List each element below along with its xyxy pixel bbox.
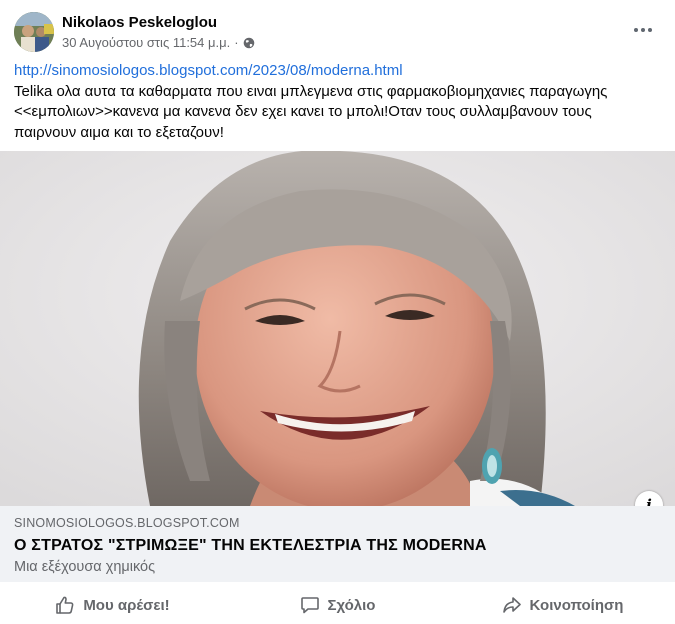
post-link[interactable]: http://sinomosiologos.blogspot.com/2023/…	[14, 62, 403, 79]
facebook-post: Nikolaos Peskeloglou 30 Αυγούστου στις 1…	[0, 0, 675, 624]
share-button[interactable]: Κοινοποίηση	[450, 588, 675, 622]
like-button[interactable]: Μου αρέσει!	[0, 588, 225, 622]
author-name[interactable]: Nikolaos Peskeloglou	[62, 14, 217, 31]
portrait-photo	[0, 151, 675, 506]
avatar-image	[14, 12, 54, 52]
avatar[interactable]	[14, 12, 54, 52]
post-body-line: <<εμπολιων>>κανενα μα κανενα δεν εχει κα…	[14, 103, 592, 120]
link-preview-domain: SINOMOSIOLOGOS.BLOGSPOT.COM	[14, 516, 240, 530]
dot-icon	[648, 28, 652, 32]
comment-icon	[300, 597, 319, 614]
globe-icon[interactable]	[243, 37, 255, 49]
comment-button[interactable]: Σχόλιο	[225, 588, 450, 622]
post-body-line: παιρνουν αιμα και το εξεταζουν!	[14, 123, 224, 141]
post-body-line: Telika ολα αυτα τα καθαρματα που ειναι μ…	[14, 82, 608, 100]
link-preview-description: Μια εξέχουσα χημικός	[14, 559, 156, 575]
post-timestamp[interactable]: 30 Αυγούστου στις 11:54 μ.μ.	[62, 35, 230, 50]
share-label: Κοινοποίηση	[529, 596, 624, 614]
meta-separator: ·	[234, 35, 239, 50]
more-options-button[interactable]	[631, 18, 655, 42]
share-icon	[502, 597, 521, 613]
thumbs-up-icon	[56, 596, 74, 614]
link-preview-title[interactable]: Ο ΣΤΡΑΤΟΣ "ΣΤΡΙΜΩΞΕ" ΤΗΝ ΕΚΤΕΛΕΣΤΡΙΑ ΤΗΣ…	[14, 537, 487, 555]
post-actions: Μου αρέσει! Σχόλιο Κοινοποίηση	[0, 588, 675, 622]
comment-label: Σχόλιο	[327, 596, 376, 614]
link-preview[interactable]: SINOMOSIOLOGOS.BLOGSPOT.COM Ο ΣΤΡΑΤΟΣ "Σ…	[0, 506, 675, 582]
dot-icon	[634, 28, 638, 32]
post-text: http://sinomosiologos.blogspot.com/2023/…	[14, 61, 664, 143]
dot-icon	[641, 28, 645, 32]
link-preview-image[interactable]	[0, 151, 675, 506]
like-label: Μου αρέσει!	[83, 596, 170, 614]
post-meta: 30 Αυγούστου στις 11:54 μ.μ. ·	[62, 35, 255, 50]
